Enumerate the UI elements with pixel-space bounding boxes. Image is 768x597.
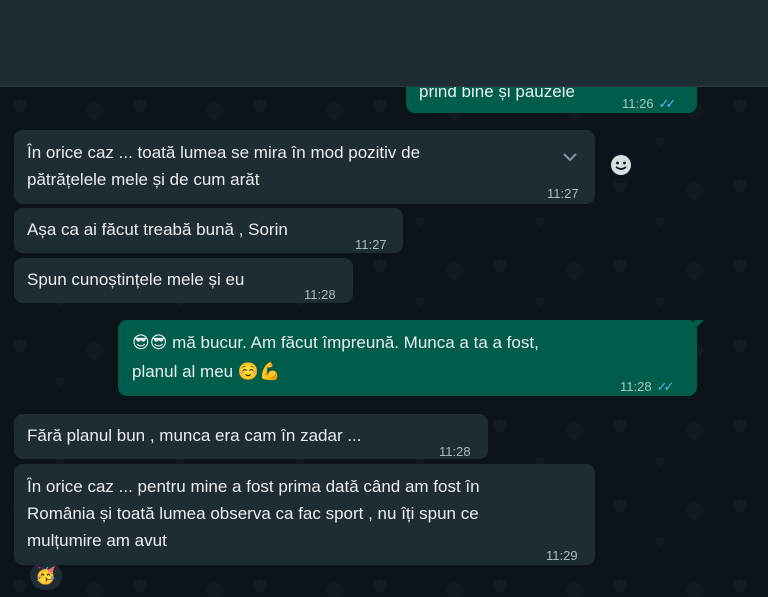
message-text: România și toată lumea observa ca fac sp… [27, 504, 479, 523]
message-bubble-incoming[interactable]: Fără planul bun , munca era cam în zadar… [14, 414, 488, 459]
message-text: Fără planul bun , munca era cam în zadar… [27, 426, 362, 445]
message-time: 11:28 [304, 287, 336, 302]
voice-call-icon[interactable] [553, 26, 585, 58]
search-icon[interactable] [657, 26, 689, 58]
message-text: pătrățelele mele și de cum arăt [27, 170, 260, 189]
message-text: Spun cunoștințele mele și eu [27, 270, 245, 289]
message-reaction[interactable]: 🥳 [30, 562, 62, 590]
message-time: 11:28 ✓✓ [620, 379, 675, 394]
read-receipt-icon: ✓✓ [658, 96, 677, 111]
contact-name[interactable]: Ana-Maria [27, 15, 129, 39]
chevron-down-icon[interactable] [727, 26, 759, 58]
message-text: În orice caz ... toată lumea se mira în … [27, 143, 421, 162]
video-call-icon[interactable] [492, 26, 524, 58]
message-time: 11:26 ✓✓ [622, 96, 677, 111]
message-bubble-incoming[interactable]: În orice caz ... pentru mine a fost prim… [14, 464, 595, 565]
message-menu-chevron-icon[interactable] [562, 144, 578, 171]
emoji-reaction-icon[interactable] [603, 147, 639, 183]
message-bubble-incoming[interactable]: În orice caz ... toată lumea se mira în … [14, 130, 595, 204]
header-divider [623, 27, 624, 57]
contact-status: Online [27, 48, 74, 65]
message-text: mulțumire am avut [27, 531, 167, 550]
message-text: În orice caz ... pentru mine a fost prim… [27, 477, 480, 496]
bubble-tail [694, 320, 704, 330]
read-receipt-icon: ✓✓ [656, 379, 675, 394]
message-text: planul al meu ☺️💪 [132, 362, 281, 381]
message-time: 11:29 [546, 548, 578, 563]
message-bubble-outgoing[interactable]: 😎😎 mă bucur. Am făcut împreună. Munca a … [118, 320, 697, 396]
message-text: prind bine și pauzele [419, 82, 575, 101]
message-bubble-incoming[interactable]: Spun cunoștințele mele și eu 11:28 [14, 258, 353, 303]
avatar[interactable] [0, 20, 12, 54]
message-time: 11:27 [355, 237, 387, 252]
message-bubble-incoming[interactable]: Așa ca ai făcut treabă bună , Sorin 11:2… [14, 208, 403, 253]
message-time: 11:28 [439, 444, 471, 459]
message-bubble-outgoing[interactable]: prind bine și pauzele 11:26 ✓✓ [406, 72, 697, 113]
message-time: 11:27 [547, 186, 579, 201]
message-text: Așa ca ai făcut treabă bună , Sorin [27, 220, 288, 239]
message-text: 😎😎 mă bucur. Am făcut împreună. Munca a … [132, 333, 539, 352]
